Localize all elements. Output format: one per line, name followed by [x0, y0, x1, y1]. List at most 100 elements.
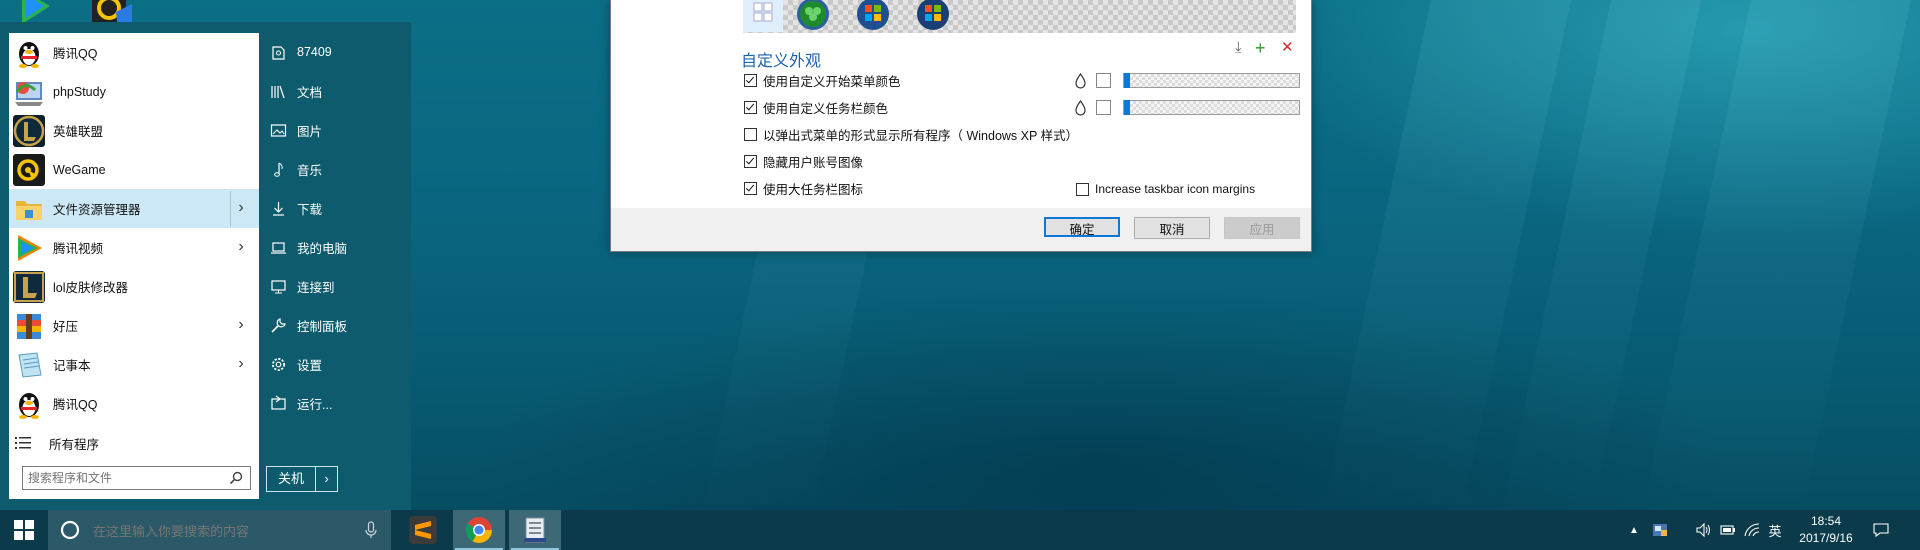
checkbox[interactable] [744, 154, 757, 168]
clock-date: 2017/9/16 [1799, 531, 1853, 545]
settings-gear-icon [272, 357, 285, 371]
taskbar-clock[interactable]: 18:54 2017/9/16 [1787, 513, 1865, 547]
app-item-phpstudy[interactable]: phpStudy [9, 72, 259, 111]
tray-app-icon[interactable] [1646, 510, 1674, 550]
ok-button[interactable]: 确定 [1044, 217, 1120, 237]
slider-thumb[interactable] [1124, 100, 1130, 115]
checkbox[interactable] [1076, 182, 1089, 196]
right-item-music[interactable]: 音乐 [270, 150, 400, 188]
app-item-wegame[interactable]: WeGame [9, 150, 259, 189]
app-label: phpStudy [53, 84, 106, 99]
windows7-start-button-option[interactable] [853, 0, 893, 32]
checkbox[interactable] [744, 73, 757, 87]
option-custom-start-menu-color[interactable]: 使用自定义开始菜单颜色 [744, 70, 901, 90]
color-drop-icon[interactable] [1074, 100, 1087, 116]
right-item-computer[interactable]: 我的电脑 [270, 228, 400, 266]
windows-classic-start-button-option[interactable] [913, 0, 953, 32]
control-panel-icon [271, 317, 286, 333]
option-label: 使用自定义开始菜单颜色 [763, 74, 901, 89]
checkbox[interactable] [744, 100, 757, 114]
user-folder-icon [272, 45, 285, 60]
app-item-league-of-legends[interactable]: 英雄联盟 [9, 111, 259, 150]
app-item-tencent-video[interactable]: 腾讯视频 › [9, 228, 259, 267]
volume-icon[interactable] [1692, 510, 1716, 550]
right-item-downloads[interactable]: 下载 [270, 189, 400, 227]
app-item-notepad[interactable]: 记事本 › [9, 345, 259, 384]
option-label: 隐藏用户账号图像 [763, 155, 864, 170]
all-programs-button[interactable]: 所有程序 [9, 426, 259, 460]
right-item-user[interactable]: 87409 [270, 33, 400, 71]
option-xp-style-all-programs[interactable]: 以弹出式菜单的形式显示所有程序（ Windows XP 样式） [744, 124, 1078, 144]
pictures-icon [270, 123, 287, 137]
cancel-button[interactable]: 取消 [1134, 217, 1210, 239]
shamrock-start-button-option[interactable] [793, 0, 833, 32]
right-item-connect-to[interactable]: 连接到 [270, 267, 400, 305]
search-icon[interactable] [229, 471, 243, 485]
taskbar: ▲ 英 18:54 2017/9/16 [0, 510, 1920, 550]
option-custom-taskbar-color[interactable]: 使用自定义任务栏颜色 [744, 97, 888, 117]
list-icon [15, 437, 31, 449]
option-label: 使用自定义任务栏颜色 [763, 101, 889, 116]
submenu-separator [230, 191, 231, 226]
wifi-network-icon[interactable] [1740, 510, 1764, 550]
checkbox[interactable] [744, 181, 757, 195]
cortana-icon [60, 520, 80, 540]
taskbar-app-classic-shell[interactable] [509, 510, 561, 550]
close-icon[interactable]: ✕ [1281, 40, 1294, 56]
battery-power-icon[interactable] [1716, 510, 1740, 550]
slider-thumb[interactable] [1124, 73, 1130, 88]
shutdown-button[interactable]: 关机 [267, 467, 316, 491]
app-item-qq-2[interactable]: 腾讯QQ [9, 384, 259, 423]
chevron-right-icon[interactable]: › [233, 200, 249, 216]
right-item-label: 运行... [297, 397, 333, 412]
add-icon[interactable]: + [1255, 39, 1266, 57]
start-button[interactable] [0, 510, 48, 550]
taskbar-search-box[interactable] [48, 510, 391, 550]
connect-to-icon [271, 279, 286, 293]
option-label: 以弹出式菜单的形式显示所有程序（ Windows XP 样式） [763, 128, 1079, 143]
chevron-right-icon[interactable]: › [233, 239, 249, 255]
windows10-start-button-option[interactable] [743, 0, 783, 32]
taskbar-app-chrome[interactable] [453, 510, 505, 550]
app-item-lol-skin-tool[interactable]: lol皮肤修改器 [9, 267, 259, 306]
color-swatch[interactable] [1096, 73, 1111, 88]
show-hidden-icons-chevron-up-icon[interactable]: ▲ [1622, 510, 1646, 550]
start-search-box[interactable] [22, 466, 251, 490]
microphone-icon[interactable] [365, 521, 377, 539]
apply-button[interactable]: 应用 [1224, 217, 1300, 239]
app-item-file-explorer[interactable]: 文件资源管理器 › [9, 189, 259, 228]
app-label: WeGame [53, 162, 106, 177]
taskbar-search-input[interactable] [91, 521, 345, 541]
ime-language-indicator[interactable]: 英 [1764, 510, 1786, 550]
chevron-right-icon[interactable]: › [233, 317, 249, 333]
documents-icon [271, 85, 285, 98]
tencent-video-icon [13, 232, 45, 264]
right-item-label: 我的电脑 [297, 241, 348, 256]
app-item-qq[interactable]: 腾讯QQ [9, 33, 259, 72]
right-item-control-panel[interactable]: 控制面板 [270, 306, 400, 344]
lol-skin-tool-icon [13, 270, 45, 303]
action-center-notification-icon[interactable] [1866, 510, 1896, 550]
color-drop-icon[interactable] [1074, 73, 1087, 89]
checkbox[interactable] [744, 127, 757, 141]
right-item-label: 图片 [297, 124, 323, 139]
start-search-input[interactable] [23, 468, 225, 488]
chevron-right-icon[interactable]: › [233, 356, 249, 372]
shutdown-options-arrow[interactable]: › [316, 467, 337, 491]
right-item-run[interactable]: 运行... [270, 384, 400, 422]
option-hide-user-picture[interactable]: 隐藏用户账号图像 [744, 151, 863, 171]
app-label: 好压 [53, 320, 79, 334]
download-icon[interactable]: ⤓ [1235, 40, 1242, 56]
start-menu-opacity-slider[interactable] [1123, 73, 1300, 88]
taskbar-app-sublime-text[interactable] [397, 510, 449, 550]
option-increase-taskbar-icon-margins[interactable]: Increase taskbar icon margins [1076, 179, 1255, 199]
app-item-haozip[interactable]: 好压 › [9, 306, 259, 345]
option-large-taskbar-icons[interactable]: 使用大任务栏图标 [744, 178, 863, 198]
color-swatch[interactable] [1096, 100, 1111, 115]
right-item-pictures[interactable]: 图片 [270, 111, 400, 149]
right-item-documents[interactable]: 文档 [270, 72, 400, 110]
right-item-settings[interactable]: 设置 [270, 345, 400, 383]
taskbar-opacity-slider[interactable] [1123, 100, 1300, 115]
league-of-legends-icon [13, 114, 45, 147]
app-label: 记事本 [53, 359, 91, 373]
